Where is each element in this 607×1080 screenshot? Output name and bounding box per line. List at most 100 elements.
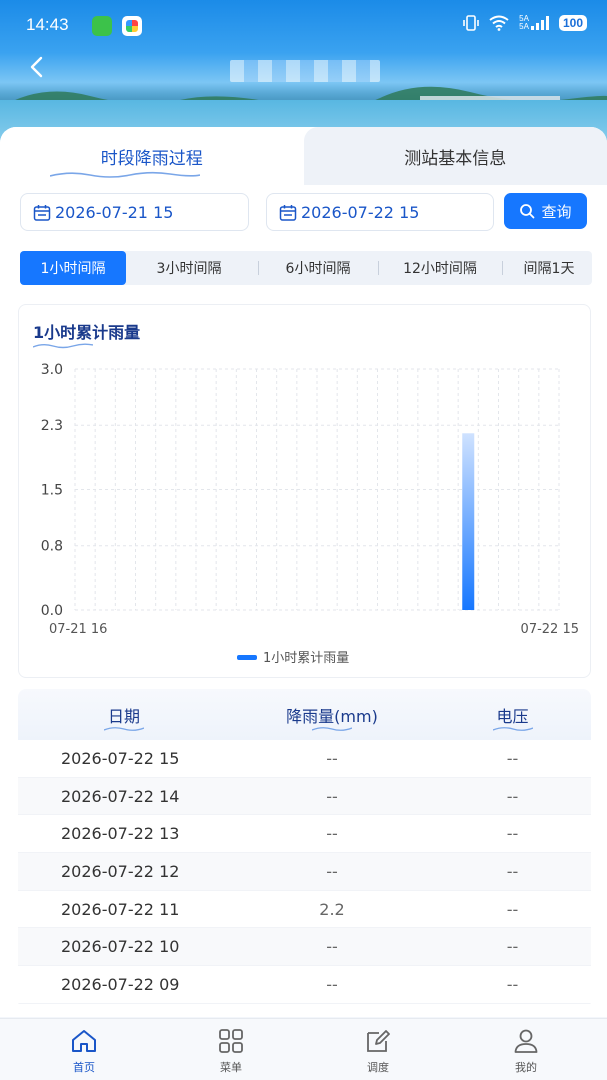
nav-profile[interactable]: 我的: [486, 1027, 566, 1075]
nav-home-label: 首页: [73, 1061, 95, 1074]
signal-label-2: 5A: [519, 22, 529, 31]
start-date-value: 2026-07-21 15: [55, 202, 174, 222]
app-notification-icon: [92, 16, 112, 36]
app-notification-icon-2: [122, 16, 142, 36]
tab-station-info-label: 测站基本信息: [404, 148, 507, 169]
cell-date: 2026-07-22 09: [61, 974, 180, 994]
cell-rainfall: --: [326, 937, 338, 957]
cell-voltage: --: [506, 974, 519, 994]
interval-1h[interactable]: 1小时间隔: [20, 251, 126, 285]
header-date: 日期: [18, 689, 230, 740]
chart-bar-07-22 11: [462, 433, 475, 610]
query-button[interactable]: 查询: [504, 193, 587, 229]
cell-rainfall: --: [326, 974, 338, 994]
y-tick-label: 1.5: [41, 483, 63, 499]
header-underline: [312, 727, 352, 731]
cell-rainfall: --: [326, 786, 338, 806]
vibrate-icon: [463, 15, 479, 31]
cell-date: 2026-07-22 14: [61, 786, 180, 806]
legend-label: 1小时累计雨量: [263, 651, 349, 666]
cell-rainfall: --: [326, 824, 338, 844]
cell-rainfall: 2.2: [319, 899, 345, 919]
cell-voltage: --: [506, 748, 519, 768]
header-voltage: 电压: [434, 689, 591, 740]
chart-bars: [462, 433, 475, 610]
cell-date: 2026-07-22 10: [61, 937, 180, 957]
interval-separator: [502, 261, 503, 275]
y-tick-label: 0.8: [41, 539, 63, 555]
interval-separator: [378, 261, 379, 275]
nav-menu[interactable]: 菜单: [191, 1027, 271, 1075]
query-button-label: 查询: [541, 202, 572, 221]
cell-voltage: --: [506, 786, 519, 806]
rainfall-table: 日期 降雨量(mm) 电压 2026-07-22 15 -- -- 2026-07-2…: [18, 689, 591, 1009]
nav-dispatch[interactable]: 调度: [338, 1027, 418, 1075]
interval-6h[interactable]: 6小时间隔: [258, 251, 378, 285]
rainfall-bar-chart: 0.0 0.8 1.5 2.3 3.0 07-21 16 07-22 15 1小时累计雨…: [41, 362, 579, 666]
nav-menu-label: 菜单: [220, 1061, 242, 1074]
interval-1d[interactable]: 间隔1天: [506, 251, 592, 285]
interval-12h[interactable]: 12小时间隔: [380, 251, 500, 285]
end-date-value: 2026-07-22 15: [301, 202, 420, 222]
home-icon: [72, 1030, 96, 1052]
wifi-icon: [489, 15, 509, 31]
legend-swatch: [237, 655, 257, 660]
cell-date: 2026-07-22 13: [61, 824, 180, 844]
table-header: 日期 降雨量(mm) 电压: [18, 689, 591, 740]
x-axis-end-label: 07-22 15: [521, 622, 579, 637]
table-row: 2026-07-22 09 -- --: [18, 966, 591, 1004]
end-date-picker[interactable]: 2026-07-22 15: [266, 193, 494, 231]
tab-bar: 时段降雨过程 测站基本信息: [0, 127, 607, 185]
nav-home[interactable]: 首页: [44, 1027, 124, 1075]
start-date-picker[interactable]: 2026-07-21 15: [20, 193, 249, 231]
x-axis-start-label: 07-21 16: [49, 622, 107, 637]
rainfall-chart-card: 1小时累计雨量 0.0 0.8 1.5 2.3 3.0 07-21 16 07-22 1…: [18, 304, 591, 678]
y-tick-label: 2.3: [41, 418, 63, 434]
user-icon: [514, 1029, 538, 1053]
table-row: 2026-07-22 13 -- --: [18, 815, 591, 854]
header-underline: [104, 727, 144, 731]
cell-voltage: --: [506, 824, 519, 844]
nav-profile-label: 我的: [515, 1061, 537, 1074]
cell-voltage: --: [506, 937, 519, 957]
interval-3h[interactable]: 3小时间隔: [140, 251, 238, 285]
header-rainfall: 降雨量(mm): [230, 689, 434, 740]
tab-rain-process-label: 时段降雨过程: [100, 148, 203, 169]
cell-voltage: --: [506, 861, 519, 881]
nav-dispatch-label: 调度: [367, 1061, 389, 1074]
table-row: 2026-07-22 11 2.2 --: [18, 890, 591, 929]
date-range: 2026-07-21 15 2026-07-22 15 查询: [20, 193, 587, 231]
status-right: 5A 5A 100: [463, 14, 587, 32]
bottom-navigation: 首页 菜单 调度 我的: [0, 1018, 607, 1080]
y-tick-label: 0.0: [41, 603, 63, 619]
header-underline: [492, 727, 533, 731]
battery-indicator: 100: [558, 15, 587, 31]
cellular-signal-icon: 5A 5A: [519, 15, 549, 31]
y-axis-ticks: 0.0 0.8 1.5 2.3 3.0: [41, 362, 63, 619]
cell-voltage: --: [506, 899, 519, 919]
table-body: 2026-07-22 15 -- -- 2026-07-22 14 -- -- 2026-0…: [18, 740, 591, 1004]
header-date-label: 日期: [107, 706, 140, 726]
table-row: 2026-07-22 15 -- --: [18, 740, 591, 778]
tab-station-info[interactable]: 测站基本信息: [303, 127, 607, 185]
header-rainfall-label: 降雨量(mm): [286, 706, 378, 726]
cell-rainfall: --: [326, 861, 338, 881]
cell-date: 2026-07-22 11: [61, 899, 180, 919]
table-row: 2026-07-22 14 -- --: [18, 777, 591, 816]
station-title-redacted: [230, 60, 380, 82]
status-time: 14:43: [26, 15, 69, 34]
y-tick-label: 3.0: [41, 362, 63, 378]
grid-icon: [219, 1029, 243, 1053]
content-card: 时段降雨过程 测站基本信息 2026-07-21 15 2026-07-22 1…: [0, 127, 607, 1017]
interval-selector: 1小时间隔 3小时间隔 6小时间隔 12小时间隔 间隔1天: [20, 251, 592, 285]
status-bar: 14:43 5A 5A 100: [0, 0, 607, 52]
calendar-icon: [33, 205, 51, 221]
table-row: 2026-07-22 12 -- --: [18, 853, 591, 891]
chart-grid: [74, 368, 560, 611]
table-row: 2026-07-22 10 -- --: [18, 928, 591, 967]
cell-rainfall: --: [326, 748, 338, 768]
signal-bars-icon: [530, 16, 549, 30]
cell-date: 2026-07-22 15: [61, 748, 180, 768]
back-arrow-icon[interactable]: [26, 56, 48, 78]
tab-rain-process[interactable]: 时段降雨过程: [0, 127, 304, 185]
